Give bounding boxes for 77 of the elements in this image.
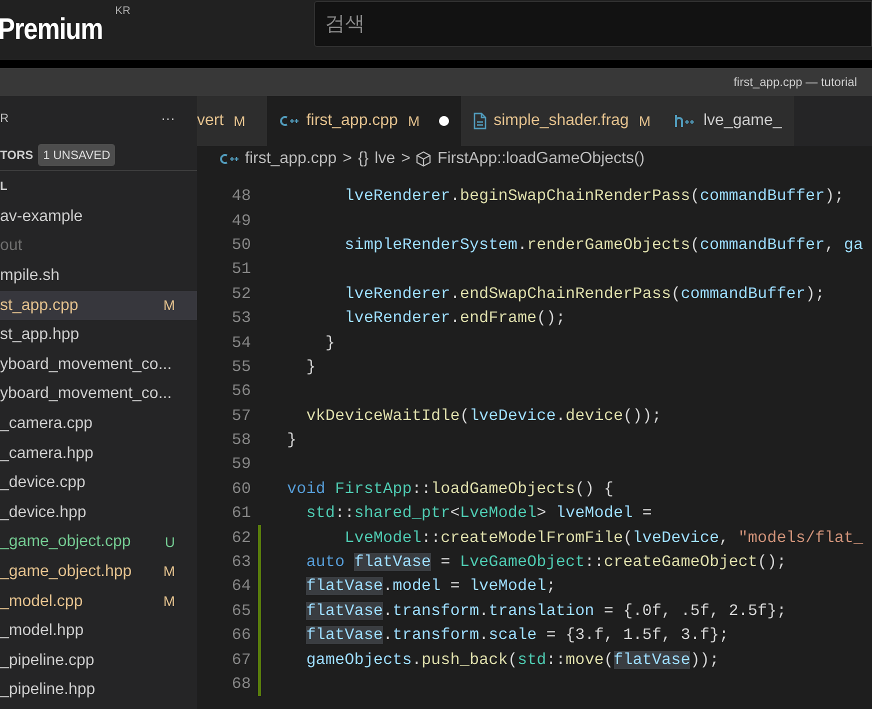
line-number: 57	[230, 406, 251, 427]
breadcrumb-item[interactable]: FirstApp::loadGameObjects()	[437, 147, 645, 171]
file-item[interactable]: _model.cpp M	[0, 586, 197, 616]
breadcrumb-separator: >	[401, 149, 410, 169]
file-item[interactable]: _camera.cpp	[0, 409, 197, 439]
code-line: gameObjects.push_back(std::move(flatVase));	[305, 650, 720, 671]
editor-tab[interactable]: first_app.cpp M	[267, 96, 461, 146]
line-number: 48	[230, 186, 251, 208]
line-number: 50	[230, 234, 251, 256]
breadcrumb-separator: >	[342, 149, 352, 169]
file-item[interactable]: av-example	[0, 202, 197, 232]
unsaved-badge: 1 UNSAVED	[38, 144, 116, 166]
more-button[interactable]: ···	[161, 108, 175, 128]
line-number: 62	[230, 528, 251, 549]
line-number: 66	[230, 625, 251, 646]
file-item[interactable]: _model.hpp	[0, 616, 197, 646]
line-number: 53	[230, 308, 251, 330]
line-number: 58	[230, 430, 251, 452]
file-icon	[472, 112, 487, 130]
code-line: void FirstApp::loadGameObjects() {	[287, 478, 614, 500]
line-number: 56	[230, 381, 251, 402]
editor-tab[interactable]: vert M	[197, 96, 268, 146]
file-item[interactable]: st_app.cpp M	[0, 290, 197, 320]
file-item[interactable]: _device.cpp	[0, 468, 197, 498]
file-item[interactable]: _game_object.cpp U	[0, 528, 197, 558]
cpp-file-icon	[219, 153, 239, 165]
breadcrumb-item[interactable]: first_app.cpp	[245, 147, 337, 171]
line-number: 60	[230, 478, 251, 500]
file-item[interactable]: _game_object.hpp M	[0, 557, 197, 587]
line-number: 55	[230, 356, 251, 378]
code-line: vkDeviceWaitIdle(lveDevice.device());	[305, 406, 662, 427]
file-item[interactable]: _camera.hpp	[0, 438, 197, 468]
line-number: 61	[230, 503, 251, 524]
breadcrumb-item[interactable]: lve	[374, 147, 396, 171]
code-line: std::shared_ptr<LveModel> lveModel =	[305, 503, 652, 524]
code-line: flatVase.transform.scale = {3.f, 1.5f, 3.f};	[305, 625, 729, 646]
line-number: 63	[230, 552, 251, 574]
window-title: first_app.cpp — tutorial	[734, 74, 857, 91]
logo-text: Premium	[0, 15, 103, 45]
line-number: 65	[230, 600, 251, 622]
code-line: }	[287, 430, 297, 452]
search-field[interactable]: 검색	[314, 1, 872, 47]
region-label: KR	[115, 4, 130, 19]
line-number: 51	[230, 259, 251, 280]
line-number: 59	[230, 454, 251, 476]
file-item[interactable]: _device.hpp	[0, 498, 197, 528]
file-item[interactable]: yboard_movement_co...	[0, 380, 197, 410]
line-number: 68	[230, 674, 251, 695]
code-line: lveRenderer.beginSwapChainRenderPass(commandBuffer);	[344, 186, 844, 208]
cpp-file-icon	[279, 115, 300, 127]
file-item[interactable]: yboard_movement_co...	[0, 350, 197, 380]
code-line: lveRenderer.endSwapChainRenderPass(commandBuffer);	[344, 284, 825, 305]
file-item[interactable]: st_app.hpp	[0, 320, 197, 350]
code-line: }	[305, 356, 316, 378]
namespace-icon: {}	[358, 147, 369, 171]
line-number: 67	[230, 650, 251, 671]
file-item[interactable]: mpile.sh	[0, 261, 197, 291]
line-number: 54	[230, 332, 251, 354]
code-line: LveModel::createModelFromFile(lveDevice, "models/flat_	[344, 528, 864, 549]
code-line: }	[324, 332, 336, 354]
file-item[interactable]: _pipeline.hpp	[0, 676, 197, 706]
code-line: flatVase.transform.translation = {.0f, .5f, 2.5f};	[305, 600, 786, 622]
line-number: 49	[230, 210, 251, 232]
code-line: simpleRenderSystem.renderGameObjects(commandBuffer, ga	[344, 234, 864, 256]
line-number: 64	[230, 576, 251, 598]
sidebar-title: R	[0, 110, 9, 127]
line-number: 52	[230, 284, 251, 305]
editor-tab[interactable]: lve_game_	[662, 96, 794, 146]
editor-tab[interactable]: simple_shader.frag M	[460, 96, 662, 146]
section-header[interactable]: TORS	[0, 146, 34, 164]
header-file-icon	[674, 114, 696, 128]
code-line: flatVase.model = lveModel;	[305, 576, 556, 598]
code-line: auto flatVase = LveGameObject::createGameObject();	[305, 552, 786, 574]
cube-icon	[416, 151, 432, 167]
section-header[interactable]: L	[0, 176, 8, 194]
file-item[interactable]: _pipeline.cpp	[0, 646, 197, 676]
code-line: lveRenderer.endFrame();	[344, 308, 566, 330]
